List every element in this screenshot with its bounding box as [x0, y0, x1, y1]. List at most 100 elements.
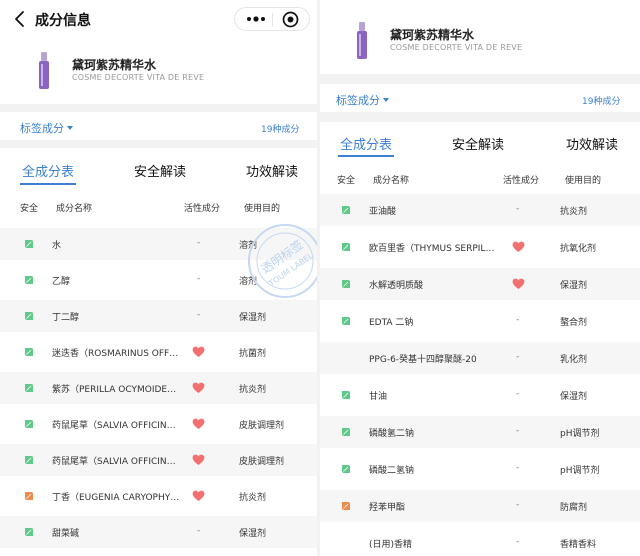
label-ingredients-toggle[interactable]: 标签成分 — [336, 92, 389, 108]
table-row[interactable]: 迷迭香（ROSMARINUS OFF… 抗菌剂 — [0, 336, 317, 368]
table-row[interactable]: 甘油 - 保湿剂 — [320, 379, 640, 411]
ingredient-purpose: 皮肤调理剂 — [239, 457, 285, 467]
ingredient-name: 甜菜碱 — [52, 529, 80, 539]
close-target-icon[interactable] — [282, 11, 299, 28]
more-dots-icon[interactable] — [245, 12, 267, 26]
ingredient-name: EDTA 二钠 — [369, 318, 414, 328]
active-heart-icon — [192, 346, 205, 357]
safety-green-icon — [25, 240, 33, 248]
screenshot-composite: 成分信息 黛珂紫苏精华水 COSME DECORTE VITA DE REVE — [0, 0, 640, 556]
tab-all-ingredients[interactable]: 全成分表 — [22, 161, 74, 180]
right-screen: 黛珂紫苏精华水 COSME DECORTE VITA DE REVE 标签成分 … — [320, 0, 640, 556]
ingredient-name: PPG-6-癸基十四醇聚醚-20 — [369, 355, 477, 365]
table-row[interactable]: 丁香（EUGENIA CARYOPHY… 抗炎剂 — [0, 480, 317, 512]
table-row[interactable]: EDTA 二钠 - 螯合剂 — [320, 305, 640, 337]
label-ingredients-row[interactable]: 标签成分 19种成分 — [0, 112, 317, 140]
label-ingredients-toggle[interactable]: 标签成分 — [20, 120, 73, 136]
table-row[interactable]: 紫苏（PERILLA OCYMOIDE… 抗炎剂 — [0, 372, 317, 404]
active-heart-icon — [192, 490, 205, 501]
header-safety: 安全 — [337, 176, 356, 186]
safety-green-icon — [25, 276, 33, 284]
tab-bar: 全成分表 安全解读 功效解读 — [320, 122, 640, 157]
tab-safety[interactable]: 安全解读 — [134, 161, 186, 180]
ingredient-count: 19种成分 — [261, 125, 300, 135]
active-value: - — [197, 238, 201, 248]
table-header: 安全 成分名称 活性成分 使用目的 — [0, 194, 317, 220]
table-row[interactable]: 水 - 溶剂 — [0, 228, 317, 260]
section-gap — [320, 74, 640, 84]
active-value: - — [197, 274, 201, 284]
product-name: 黛珂紫苏精华水 — [390, 28, 475, 42]
header-name: 成分名称 — [56, 204, 93, 214]
label-ingredients-row[interactable]: 标签成分 19种成分 — [320, 84, 640, 112]
ingredient-name: (日用)香精 — [369, 540, 413, 550]
table-row[interactable]: 乙醇 - 溶剂 — [0, 264, 317, 296]
tab-safety[interactable]: 安全解读 — [452, 134, 504, 153]
active-heart-icon — [192, 382, 205, 393]
table-row[interactable]: 羟苯甲酯 - 防腐剂 — [320, 490, 640, 522]
table-row[interactable]: 欧百里香（THYMUS SERPIL… 抗氧化剂 — [320, 231, 640, 263]
miniprogram-capsule — [234, 7, 310, 31]
caret-down-icon — [383, 98, 389, 102]
active-value: - — [197, 526, 201, 536]
table-row[interactable]: 亚油酸 - 抗炎剂 — [320, 194, 640, 226]
ingredient-name: 丁二醇 — [52, 313, 80, 323]
ingredient-name: 丁香（EUGENIA CARYOPHY… — [52, 493, 180, 503]
ingredient-purpose: 抗氧化剂 — [560, 244, 597, 254]
product-bottle-image — [357, 22, 367, 59]
safety-green-icon — [25, 384, 33, 392]
ingredient-purpose: 抗菌剂 — [239, 349, 267, 359]
ingredient-name: 紫苏（PERILLA OCYMOIDE… — [52, 385, 177, 395]
section-gap — [320, 112, 640, 122]
ingredient-name: 水解透明质酸 — [369, 281, 424, 291]
active-heart-icon — [512, 241, 525, 252]
page-title: 成分信息 — [35, 13, 91, 29]
tab-all-ingredients[interactable]: 全成分表 — [340, 134, 392, 153]
active-heart-icon — [192, 418, 205, 429]
ingredient-name: 药鼠尾草（SALVIA OFFICIN… — [52, 457, 176, 467]
table-row[interactable]: 磷酸氢二钠 - pH调节剂 — [320, 416, 640, 448]
ingredient-name: 亚油酸 — [369, 207, 397, 217]
product-header: 黛珂紫苏精华水 COSME DECORTE VITA DE REVE — [320, 0, 640, 62]
ingredient-purpose: 保湿剂 — [560, 392, 588, 402]
active-tab-indicator — [338, 155, 394, 157]
ingredient-purpose: 香精香料 — [560, 540, 597, 550]
ingredient-purpose: 保湿剂 — [239, 529, 267, 539]
product-name-en: COSME DECORTE VITA DE REVE — [390, 43, 523, 52]
label-ingredients-title: 标签成分 — [20, 122, 64, 135]
active-value: - — [516, 315, 520, 325]
ingredient-purpose: 乳化剂 — [560, 355, 588, 365]
table-row[interactable]: PPG-6-癸基十四醇聚醚-20 - 乳化剂 — [320, 342, 640, 374]
left-screen: 成分信息 黛珂紫苏精华水 COSME DECORTE VITA DE REVE — [0, 0, 317, 556]
table-row[interactable]: 药鼠尾草（SALVIA OFFICIN… 皮肤调理剂 — [0, 408, 317, 440]
table-row[interactable]: (日用)香精 - 香精香料 — [320, 527, 640, 556]
ingredient-name: 迷迭香（ROSMARINUS OFF… — [52, 349, 179, 359]
table-row[interactable]: 水解透明质酸 保湿剂 — [320, 268, 640, 300]
tab-efficacy[interactable]: 功效解读 — [246, 161, 298, 180]
header-active: 活性成分 — [503, 176, 540, 186]
safety-orange-icon — [25, 492, 33, 500]
safety-green-icon — [342, 206, 350, 214]
active-value: - — [516, 389, 520, 399]
active-tab-indicator — [20, 183, 76, 185]
table-row[interactable]: 药鼠尾草（SALVIA OFFICIN… 皮肤调理剂 — [0, 444, 317, 476]
header-purpose: 使用目的 — [244, 204, 281, 214]
ingredient-purpose: 皮肤调理剂 — [239, 421, 285, 431]
safety-green-icon — [25, 528, 33, 536]
ingredient-purpose: pH调节剂 — [560, 466, 600, 476]
product-header: 黛珂紫苏精华水 COSME DECORTE VITA DE REVE — [0, 40, 317, 102]
table-row[interactable]: 丁二醇 - 保湿剂 — [0, 300, 317, 332]
ingredient-purpose: 溶剂 — [239, 241, 258, 251]
ingredient-purpose: 保湿剂 — [560, 281, 588, 291]
product-name-en: COSME DECORTE VITA DE REVE — [72, 73, 205, 82]
product-bottle-image — [39, 52, 49, 89]
table-row[interactable]: 磷酸二氢钠 - pH调节剂 — [320, 453, 640, 485]
tab-efficacy[interactable]: 功效解读 — [566, 134, 618, 153]
back-arrow-icon[interactable] — [12, 10, 28, 28]
table-row[interactable]: 甜菜碱 - 保湿剂 — [0, 516, 317, 548]
ingredient-purpose: 防腐剂 — [560, 503, 588, 513]
ingredient-name: 乙醇 — [52, 277, 71, 287]
ingredient-name: 磷酸二氢钠 — [369, 466, 415, 476]
ingredient-name: 磷酸氢二钠 — [369, 429, 415, 439]
nav-bar: 成分信息 — [0, 0, 317, 38]
